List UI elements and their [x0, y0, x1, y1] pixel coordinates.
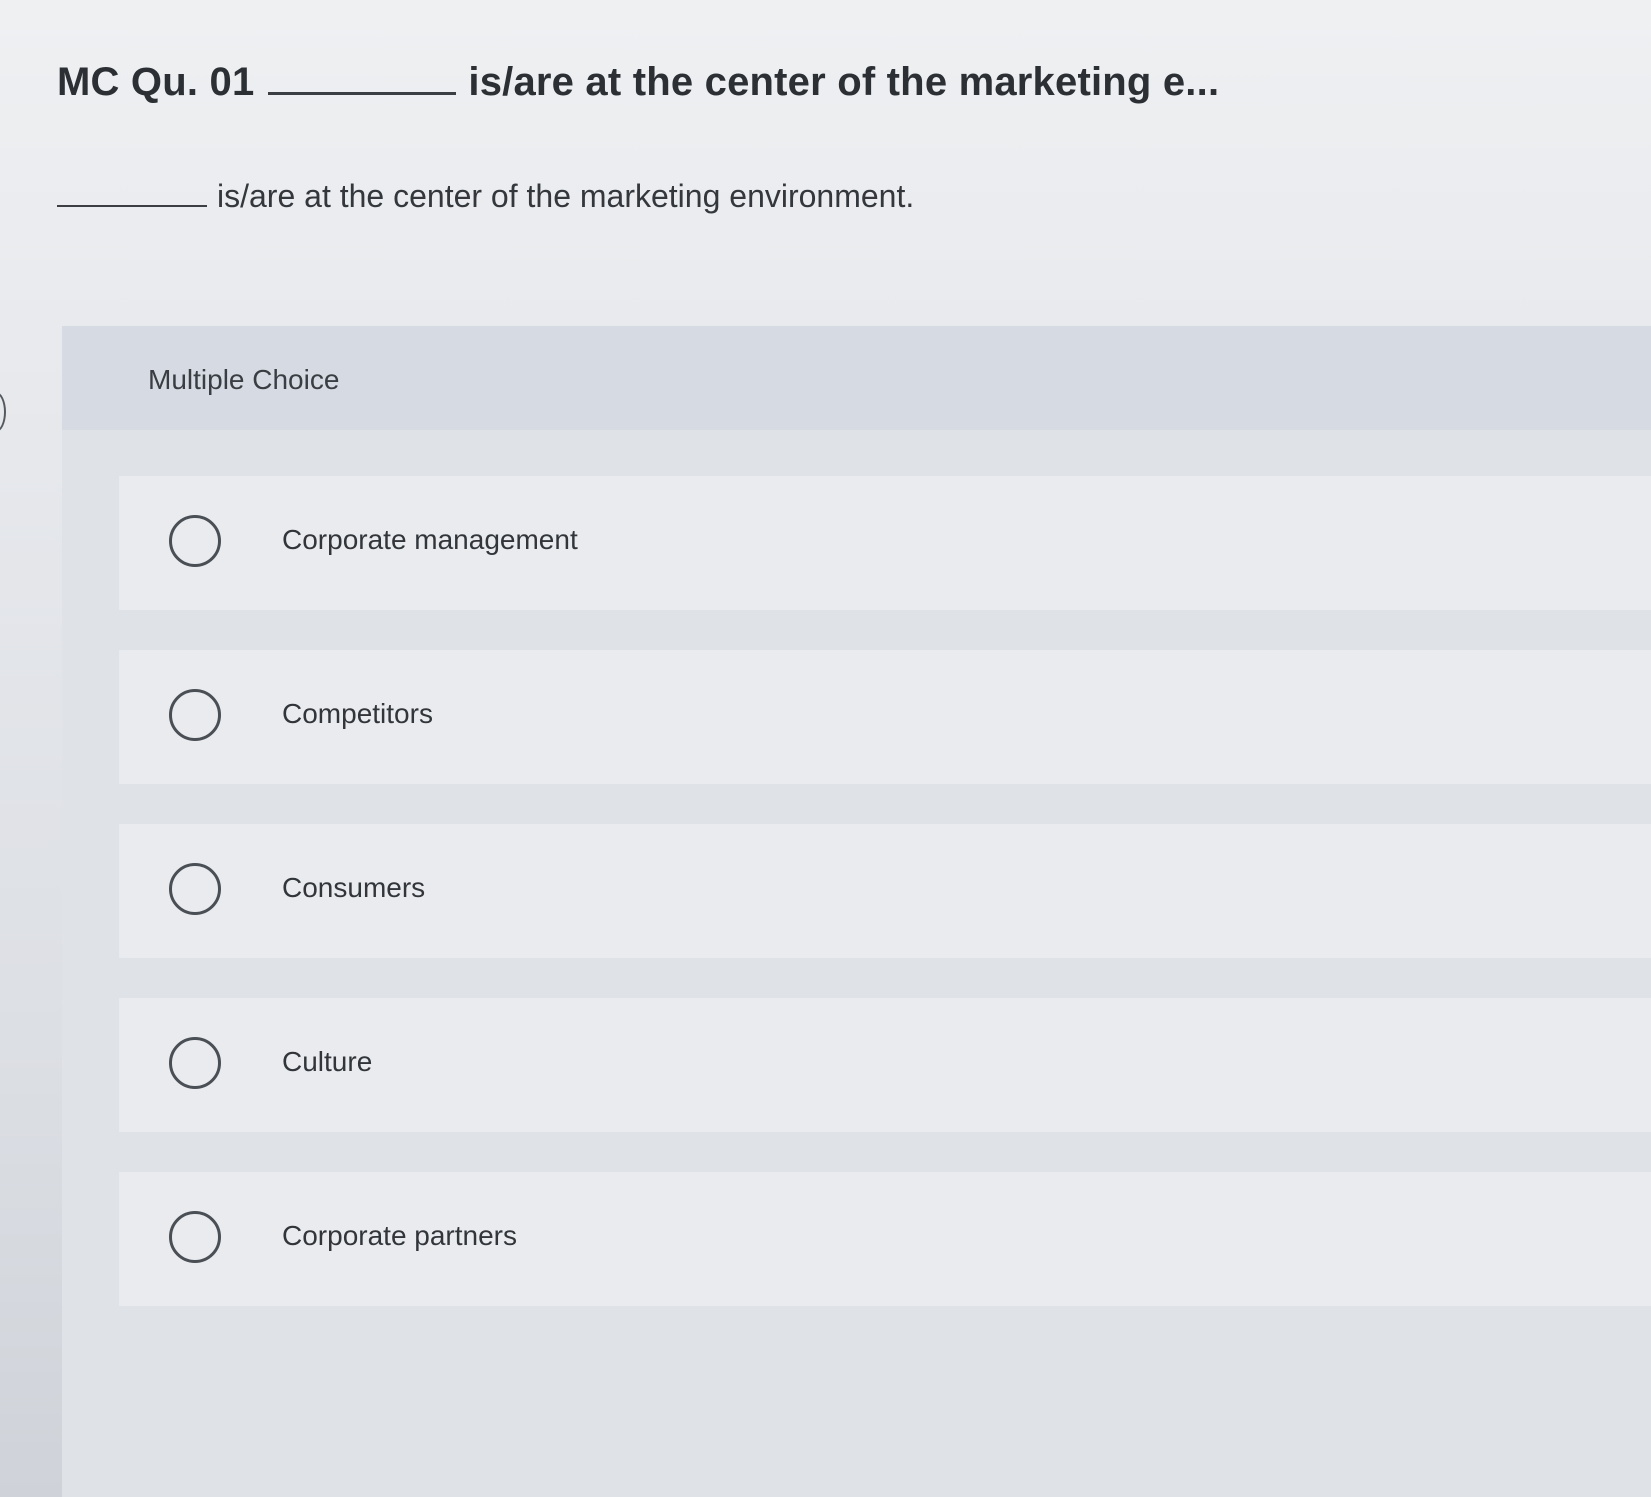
answer-option-label: Corporate management	[282, 524, 578, 555]
multiple-choice-panel: Multiple Choice Corporate management Com…	[62, 326, 1651, 1497]
answer-option-corporate-partners[interactable]: Corporate partners	[119, 1172, 1651, 1306]
radio-button[interactable]	[169, 1211, 221, 1263]
page-edge-handle	[0, 392, 6, 432]
question-stem-text: is/are at the center of the marketing en…	[217, 178, 915, 214]
radio-button[interactable]	[169, 863, 221, 915]
answer-option-competitors[interactable]: Competitors	[119, 650, 1651, 784]
question-title: MC Qu. 01 is/are at the center of the mar…	[57, 60, 1219, 105]
answer-option-culture[interactable]: Culture	[119, 998, 1651, 1132]
question-title-text: is/are at the center of the marketing e.…	[468, 60, 1220, 104]
question-stem: is/are at the center of the marketing en…	[57, 178, 914, 215]
multiple-choice-label: Multiple Choice	[148, 364, 340, 395]
multiple-choice-header: Multiple Choice	[62, 326, 1651, 430]
answer-option-label: Culture	[282, 1046, 373, 1077]
answer-option-label: Competitors	[282, 698, 433, 729]
answer-option-label: Corporate partners	[282, 1220, 518, 1251]
title-blank	[268, 62, 457, 95]
stem-blank	[57, 181, 207, 207]
radio-button[interactable]	[169, 689, 221, 741]
radio-button[interactable]	[169, 1037, 221, 1089]
answer-option-corporate-management[interactable]: Corporate management	[119, 476, 1651, 610]
radio-button[interactable]	[169, 515, 221, 567]
answer-option-consumers[interactable]: Consumers	[119, 824, 1651, 958]
question-number: MC Qu. 01	[57, 60, 255, 104]
answer-option-label: Consumers	[282, 872, 426, 903]
